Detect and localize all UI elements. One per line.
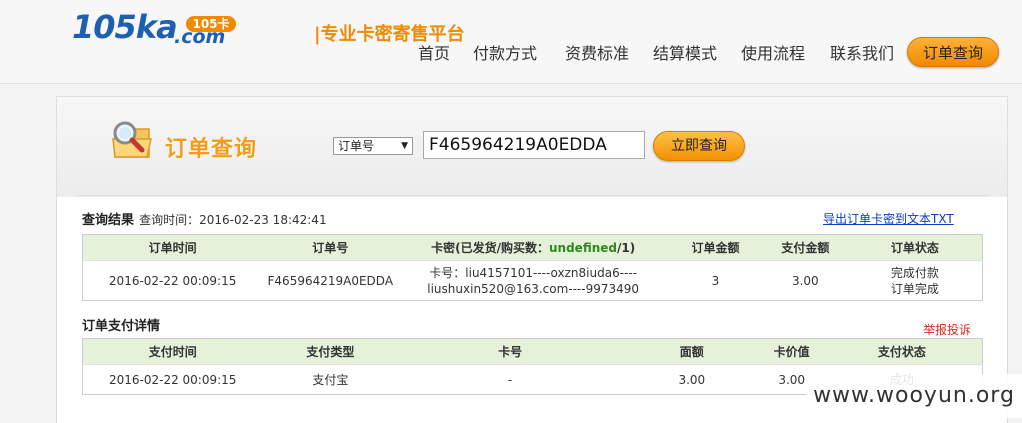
pay-time: 2016-02-22 00:09:15 (82, 364, 263, 395)
query-time-label: 查询时间： (139, 213, 200, 227)
nav-settlement[interactable]: 结算模式 (653, 40, 717, 64)
logo-domain: .com (174, 26, 226, 48)
col-pay-status: 支付状态 (821, 338, 983, 365)
watermark: www.wooyun.org (806, 374, 1022, 418)
order-query-nav-button[interactable]: 订单查询 (907, 37, 999, 67)
query-time: 2016-02-23 18:42:41 (199, 213, 327, 227)
table-header-row: 支付时间 支付类型 卡号 面额 卡价值 支付状态 (82, 338, 983, 365)
logo-wordmark: 105ka (72, 8, 178, 46)
card-no: - (398, 364, 622, 395)
site-header: 105ka 105卡 .com |专业卡密寄售平台 首页 付款方式 资费标准 结… (0, 0, 1022, 84)
table-header-row: 订单时间 订单号 卡密(已发货/购买数：undefined/1) 订单金额 支付… (82, 234, 983, 261)
chevron-down-icon: ▼ (401, 141, 408, 151)
col-order-status: 订单状态 (847, 234, 983, 261)
col-card-no: 卡号 (398, 338, 622, 365)
nav-payment-methods[interactable]: 付款方式 (473, 40, 537, 64)
order-no: F465964219A0EDDA (262, 260, 399, 301)
query-type-select[interactable]: 订单号 ▼ (333, 137, 413, 155)
col-order-no: 订单号 (262, 234, 399, 261)
nav-home[interactable]: 首页 (418, 40, 450, 64)
paid-amount: 3.00 (762, 260, 848, 301)
order-amount: 3 (668, 260, 763, 301)
order-number-input[interactable]: F465964219A0EDDA (423, 131, 645, 159)
table-row: 2016-02-22 00:09:15 F465964219A0EDDA 卡号：… (82, 260, 983, 301)
col-card-secret: 卡密(已发货/购买数：undefined/1) (398, 234, 669, 261)
order-time: 2016-02-22 00:09:15 (82, 260, 263, 301)
col-face-value: 面额 (621, 338, 762, 365)
payment-details-title: 订单支付详情 (82, 319, 161, 334)
card-secret[interactable]: 卡号：liu4157101----oxzn8iuda6---- liushuxin… (398, 260, 669, 301)
col-pay-time: 支付时间 (82, 338, 263, 365)
order-status: 完成付款 订单完成 (847, 260, 983, 301)
result-title: 查询结果 (82, 213, 135, 228)
face-value: 3.00 (621, 364, 762, 395)
col-pay-type: 支付类型 (262, 338, 399, 365)
nav-contact[interactable]: 联系我们 (830, 40, 894, 64)
query-type-value: 订单号 (338, 139, 375, 153)
col-order-time: 订单时间 (82, 234, 263, 261)
query-now-button[interactable]: 立即查询 (653, 131, 745, 161)
col-card-value: 卡价值 (761, 338, 822, 365)
delivered-count: undefined (549, 241, 617, 255)
nav-usage-flow[interactable]: 使用流程 (741, 40, 805, 64)
col-paid-amount: 支付金额 (762, 234, 848, 261)
order-table: 订单时间 订单号 卡密(已发货/购买数：undefined/1) 订单金额 支付… (82, 234, 983, 301)
pay-type: 支付宝 (262, 364, 399, 395)
divider (77, 195, 989, 196)
result-header: 查询结果 查询时间：2016-02-23 18:42:41 (82, 209, 327, 228)
col-order-amount: 订单金额 (668, 234, 763, 261)
folder-search-icon (112, 121, 152, 158)
nav-pricing[interactable]: 资费标准 (565, 40, 629, 64)
search-title: 订单查询 (165, 137, 258, 162)
export-txt-link[interactable]: 导出订单卡密到文本TXT (823, 210, 954, 227)
search-area: 订单查询 订单号 ▼ F465964219A0EDDA 立即查询 (57, 97, 1007, 197)
report-complaint-link[interactable]: 举报投诉 (923, 321, 971, 338)
